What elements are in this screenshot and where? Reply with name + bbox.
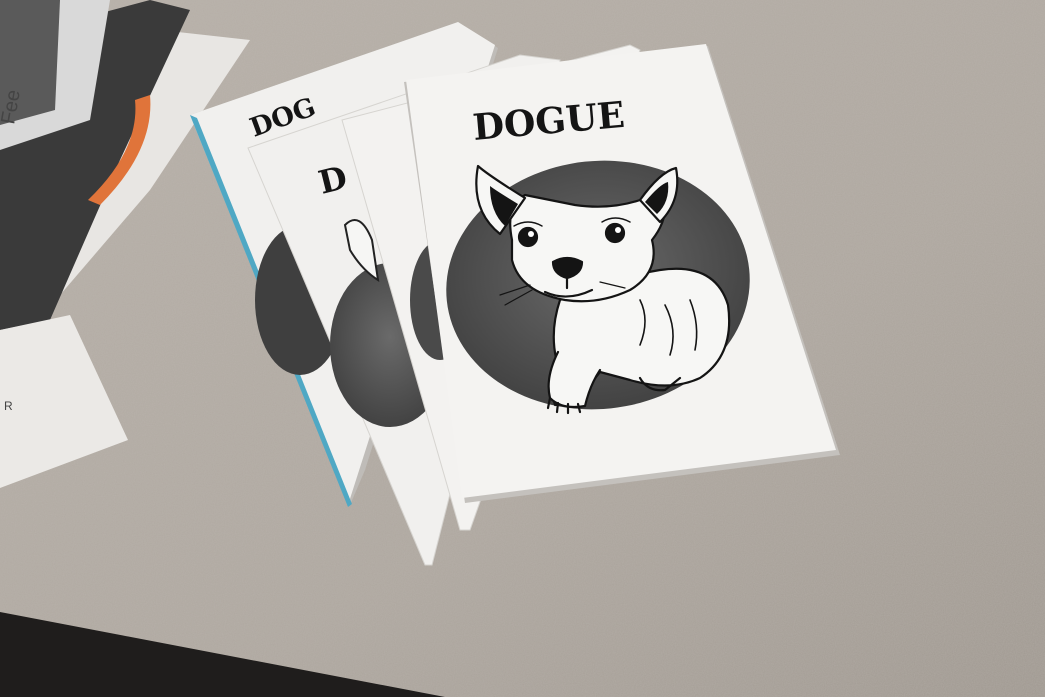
scene-svg: R Fee DOG D DOGUE	[0, 0, 1045, 697]
left-card-text: R	[4, 399, 13, 413]
photo-scene: R Fee DOG D DOGUE	[0, 0, 1045, 697]
